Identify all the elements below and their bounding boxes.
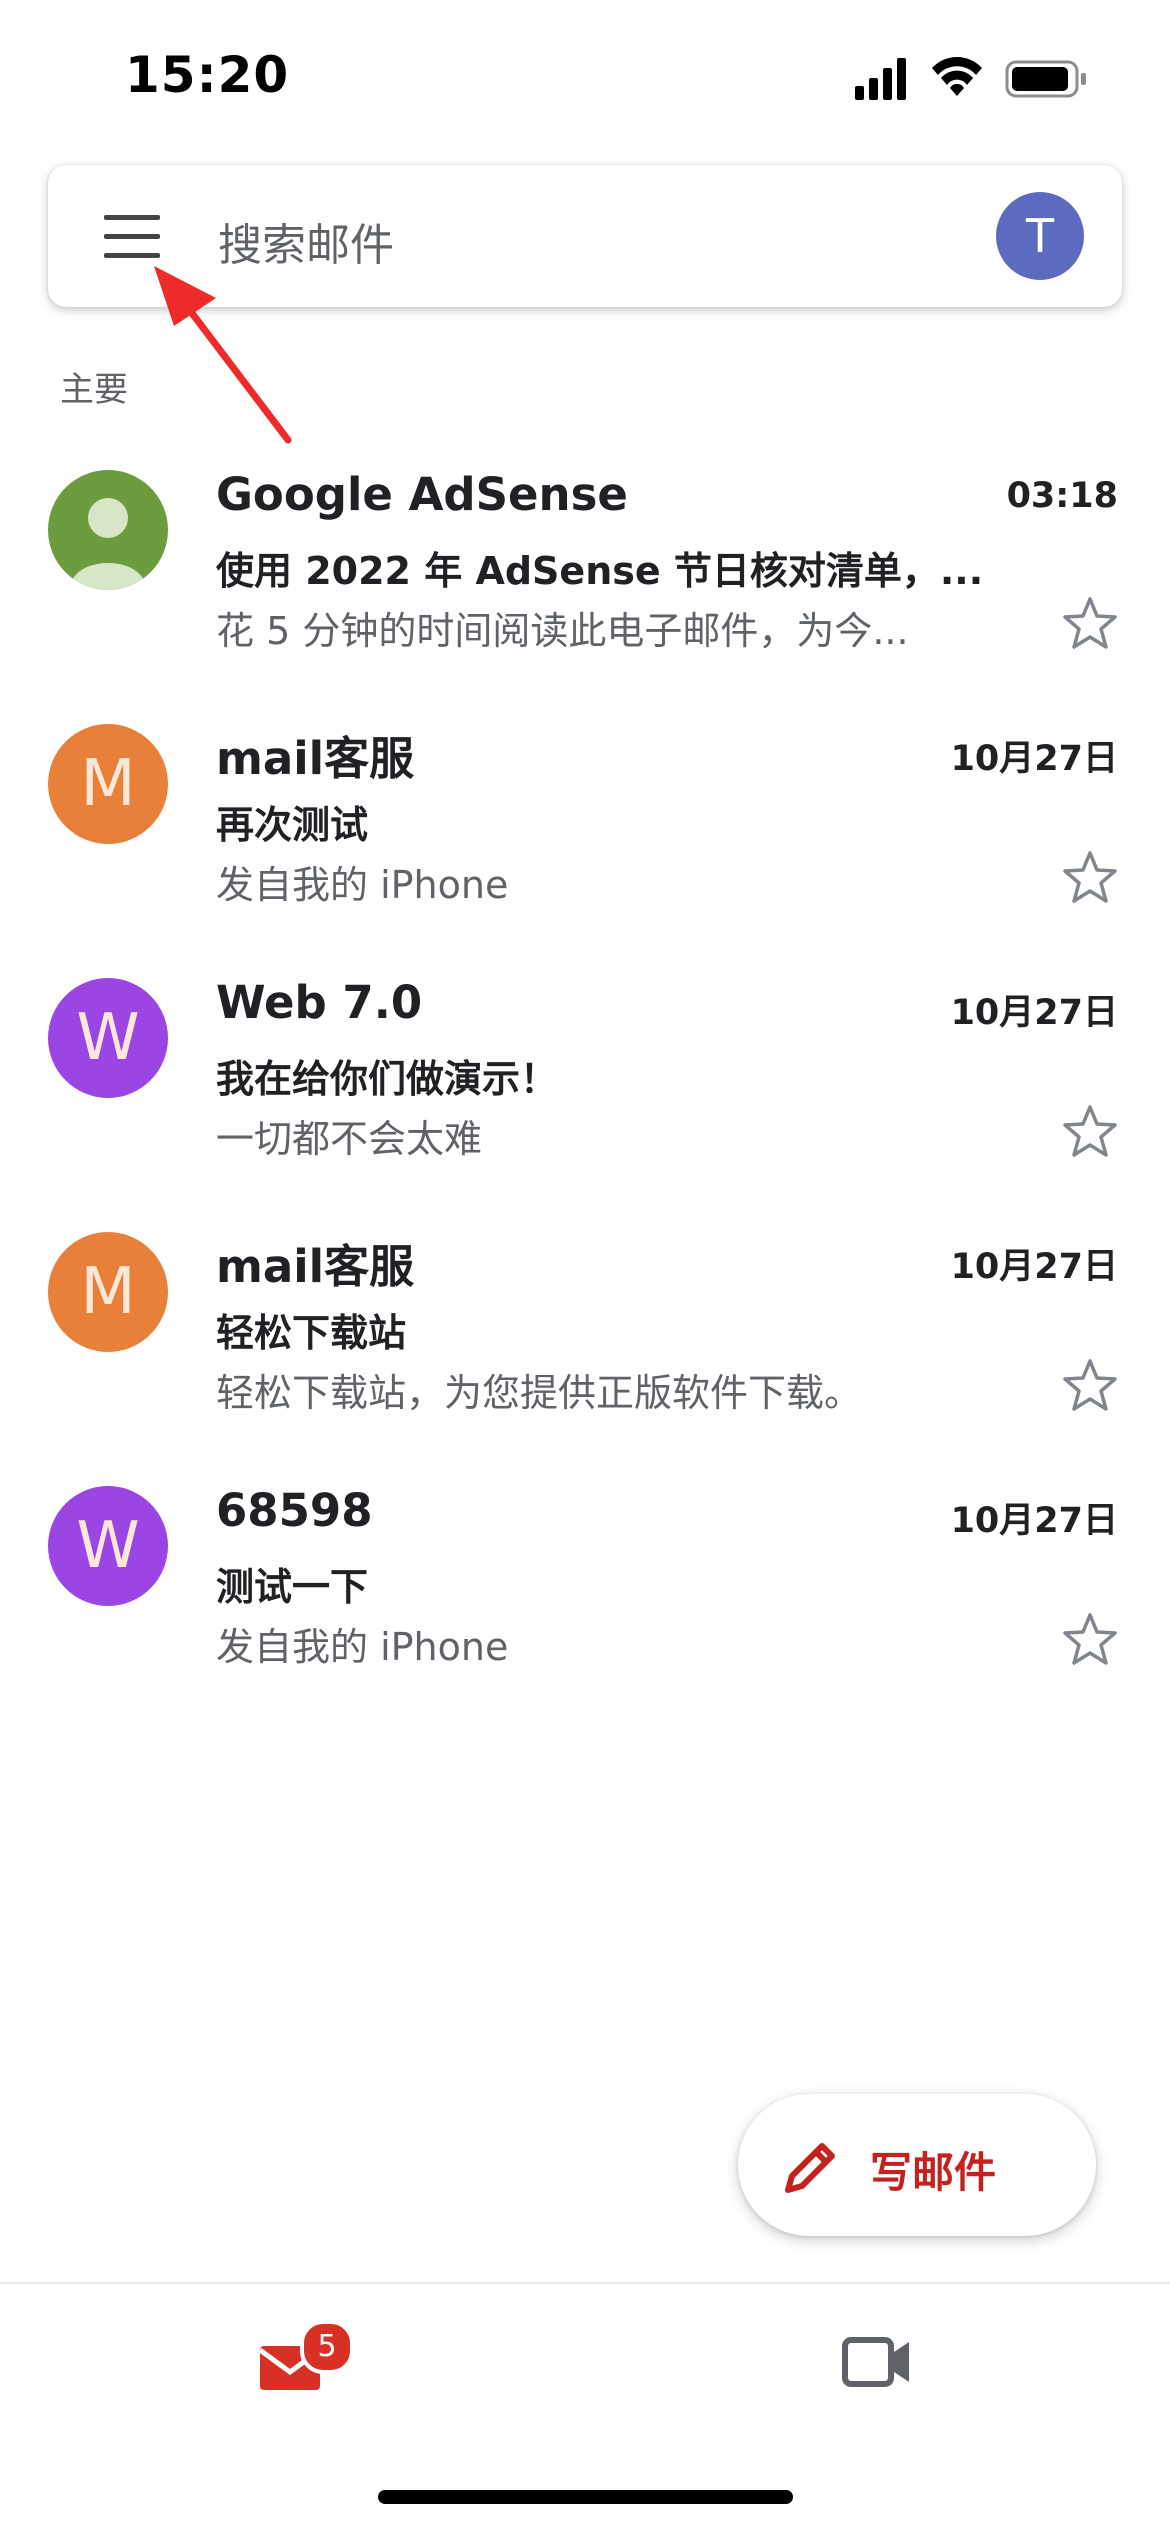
sender-avatar: M bbox=[48, 1232, 168, 1352]
mail-snippet: 花 5 分钟的时间阅读此电子邮件，为今... bbox=[216, 609, 909, 653]
mail-subject: 我在给你们做演示！ bbox=[216, 1057, 559, 1101]
mail-sender: 68598 bbox=[216, 1484, 373, 1537]
star-icon[interactable] bbox=[1060, 1610, 1120, 1670]
mail-date: 10月27日 bbox=[950, 1247, 1118, 1287]
status-icons bbox=[855, 57, 1086, 100]
mail-subject: 测试一下 bbox=[216, 1565, 369, 1609]
status-bar: 15:20 bbox=[0, 0, 1170, 150]
cellular-signal-icon bbox=[855, 58, 906, 100]
mail-date: 10月27日 bbox=[950, 739, 1118, 779]
mail-row[interactable]: M mail客服 10月27日 再次测试 发自我的 iPhone bbox=[0, 724, 1170, 974]
star-icon[interactable] bbox=[1060, 1102, 1120, 1162]
star-icon[interactable] bbox=[1060, 1356, 1120, 1416]
status-time: 15:20 bbox=[125, 46, 290, 104]
account-avatar[interactable]: T bbox=[996, 192, 1084, 280]
mail-date: 03:18 bbox=[1006, 476, 1118, 516]
wifi-icon bbox=[932, 57, 982, 96]
compose-button[interactable]: 写邮件 bbox=[738, 2094, 1096, 2236]
pencil-icon bbox=[785, 2143, 835, 2193]
menu-icon[interactable] bbox=[104, 215, 164, 259]
search-input[interactable]: 搜索邮件 bbox=[218, 209, 394, 273]
mail-row[interactable]: Google AdSense 03:18 使用 2022 年 AdSense 节… bbox=[0, 468, 1170, 720]
search-bar[interactable]: 搜索邮件 T bbox=[48, 165, 1122, 307]
battery-icon bbox=[1005, 60, 1086, 98]
person-avatar-icon bbox=[48, 470, 168, 590]
home-indicator bbox=[378, 2490, 793, 2504]
video-camera-icon[interactable] bbox=[842, 2332, 912, 2392]
section-label-primary: 主要 bbox=[60, 370, 128, 410]
mail-snippet: 轻松下载站，为您提供正版软件下载。 bbox=[216, 1371, 863, 1415]
compose-label: 写邮件 bbox=[870, 2148, 997, 2197]
mail-badge: 5 bbox=[300, 2320, 354, 2374]
mail-snippet: 发自我的 iPhone bbox=[216, 863, 509, 907]
mail-subject: 轻松下载站 bbox=[216, 1311, 407, 1355]
sender-avatar: M bbox=[48, 724, 168, 844]
mail-snippet: 一切都不会太难 bbox=[216, 1117, 483, 1161]
mail-sender: mail客服 bbox=[216, 1240, 415, 1293]
mail-date: 10月27日 bbox=[950, 1501, 1118, 1541]
mail-subject: 使用 2022 年 AdSense 节日核对清单，... bbox=[216, 549, 984, 593]
star-icon[interactable] bbox=[1060, 848, 1120, 908]
mail-row[interactable]: W 68598 10月27日 测试一下 发自我的 iPhone bbox=[0, 1484, 1170, 1736]
nav-mail-tab[interactable]: 5 bbox=[256, 2320, 356, 2410]
mail-snippet: 发自我的 iPhone bbox=[216, 1625, 509, 1669]
sender-avatar: W bbox=[48, 1486, 168, 1606]
mail-date: 10月27日 bbox=[950, 993, 1118, 1033]
mail-sender: mail客服 bbox=[216, 732, 415, 785]
star-icon[interactable] bbox=[1060, 594, 1120, 654]
mail-sender: Google AdSense bbox=[216, 468, 628, 521]
mail-subject: 再次测试 bbox=[216, 803, 369, 847]
mail-sender: Web 7.0 bbox=[216, 976, 423, 1029]
sender-avatar: W bbox=[48, 978, 168, 1098]
mail-row[interactable]: M mail客服 10月27日 轻松下载站 轻松下载站，为您提供正版软件下载。 bbox=[0, 1232, 1170, 1482]
mail-row[interactable]: W Web 7.0 10月27日 我在给你们做演示！ 一切都不会太难 bbox=[0, 976, 1170, 1228]
